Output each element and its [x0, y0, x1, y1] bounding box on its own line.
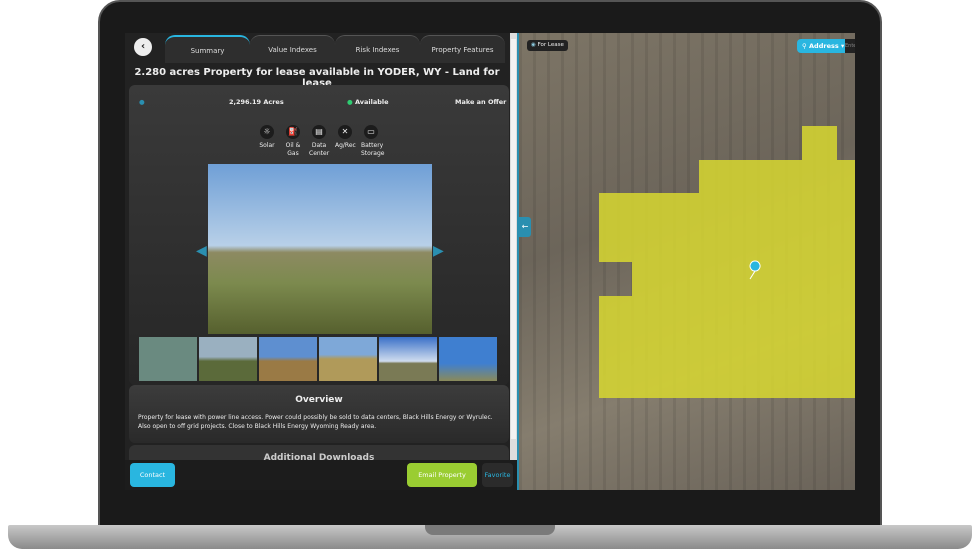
email-report-button[interactable]: Email Property Report	[407, 463, 477, 487]
acres-value: 2,296.19 Acres	[229, 98, 284, 106]
satellite-map[interactable]: ◉ For Lease ⚲ Address ▾ Ente	[517, 33, 855, 490]
solar-icon: ☼	[260, 125, 274, 139]
parcel-polygon	[599, 126, 855, 398]
thumbnail[interactable]	[139, 337, 197, 381]
use-oil-gas: ⛽ Oil & Gas	[283, 125, 303, 158]
laptop-notch	[425, 525, 555, 535]
use-label: Data Center	[309, 142, 330, 157]
status-badge: Available	[355, 98, 389, 106]
favorite-button[interactable]: Favorite	[482, 463, 513, 487]
property-panel: ‹ Summary Value Indexes Risk Indexes Pro…	[125, 33, 517, 490]
tab-summary[interactable]: Summary	[165, 35, 250, 63]
thumbnail[interactable]	[319, 337, 377, 381]
use-battery: ▭ Battery Storage	[361, 125, 385, 158]
status-dot-icon: ●	[347, 98, 353, 106]
tab-property-features[interactable]: Property Features	[420, 35, 505, 63]
for-lease-toggle[interactable]: ◉ For Lease	[527, 40, 568, 51]
overview-text: Property for lease with power line acces…	[138, 414, 493, 430]
tab-value-indexes[interactable]: Value Indexes	[250, 35, 335, 63]
use-label: Battery Storage	[361, 142, 385, 157]
overview-card: Overview Property for lease with power l…	[129, 385, 509, 443]
collapse-panel-button[interactable]: ←	[519, 217, 531, 237]
search-input[interactable]: Ente	[845, 39, 855, 53]
battery-icon: ▭	[364, 125, 378, 139]
thumbnail[interactable]	[259, 337, 317, 381]
thumbnail[interactable]	[199, 337, 257, 381]
use-ag-rec: ✕ Ag/Rec	[335, 125, 356, 158]
action-bar: Contact Seller Email Property Report Fav…	[125, 460, 517, 490]
contact-seller-button[interactable]: Contact Seller	[130, 463, 175, 487]
search-icon: ⚲	[802, 42, 810, 50]
use-data-center: ▤ Data Center	[309, 125, 329, 158]
location-pin-icon: ●	[139, 98, 145, 106]
oil-rig-icon: ⛽	[286, 125, 300, 139]
use-label: Ag/Rec	[335, 142, 356, 149]
next-photo-icon[interactable]: ▶	[433, 243, 444, 259]
screen: ‹ Summary Value Indexes Risk Indexes Pro…	[125, 33, 855, 490]
scrollbar[interactable]	[510, 33, 517, 460]
use-solar: ☼ Solar	[257, 125, 277, 158]
land-uses: ☼ Solar ⛽ Oil & Gas ▤ Data Center ✕ Ag/Rec ▭…	[257, 125, 385, 158]
overview-heading: Overview	[295, 395, 343, 405]
prev-photo-icon[interactable]: ◀	[196, 243, 207, 259]
use-label: Oil & Gas	[285, 142, 301, 157]
thumbnail[interactable]	[379, 337, 437, 381]
search-mode-label: Address	[809, 42, 839, 50]
parcel-layer	[599, 126, 855, 398]
search-mode-dropdown[interactable]: ⚲ Address ▾	[797, 39, 850, 53]
tab-risk-indexes[interactable]: Risk Indexes	[335, 35, 420, 63]
use-label: Solar	[259, 142, 275, 149]
property-photo[interactable]	[208, 164, 432, 334]
make-offer-link[interactable]: Make an Offer	[455, 98, 506, 106]
tab-bar: Summary Value Indexes Risk Indexes Prope…	[165, 35, 505, 63]
back-button[interactable]: ‹	[134, 38, 152, 56]
thumbnail[interactable]	[439, 337, 497, 381]
ag-icon: ✕	[338, 125, 352, 139]
thumbnail-strip	[139, 337, 497, 381]
toggle-label: For Lease	[537, 42, 564, 48]
server-icon: ▤	[312, 125, 326, 139]
